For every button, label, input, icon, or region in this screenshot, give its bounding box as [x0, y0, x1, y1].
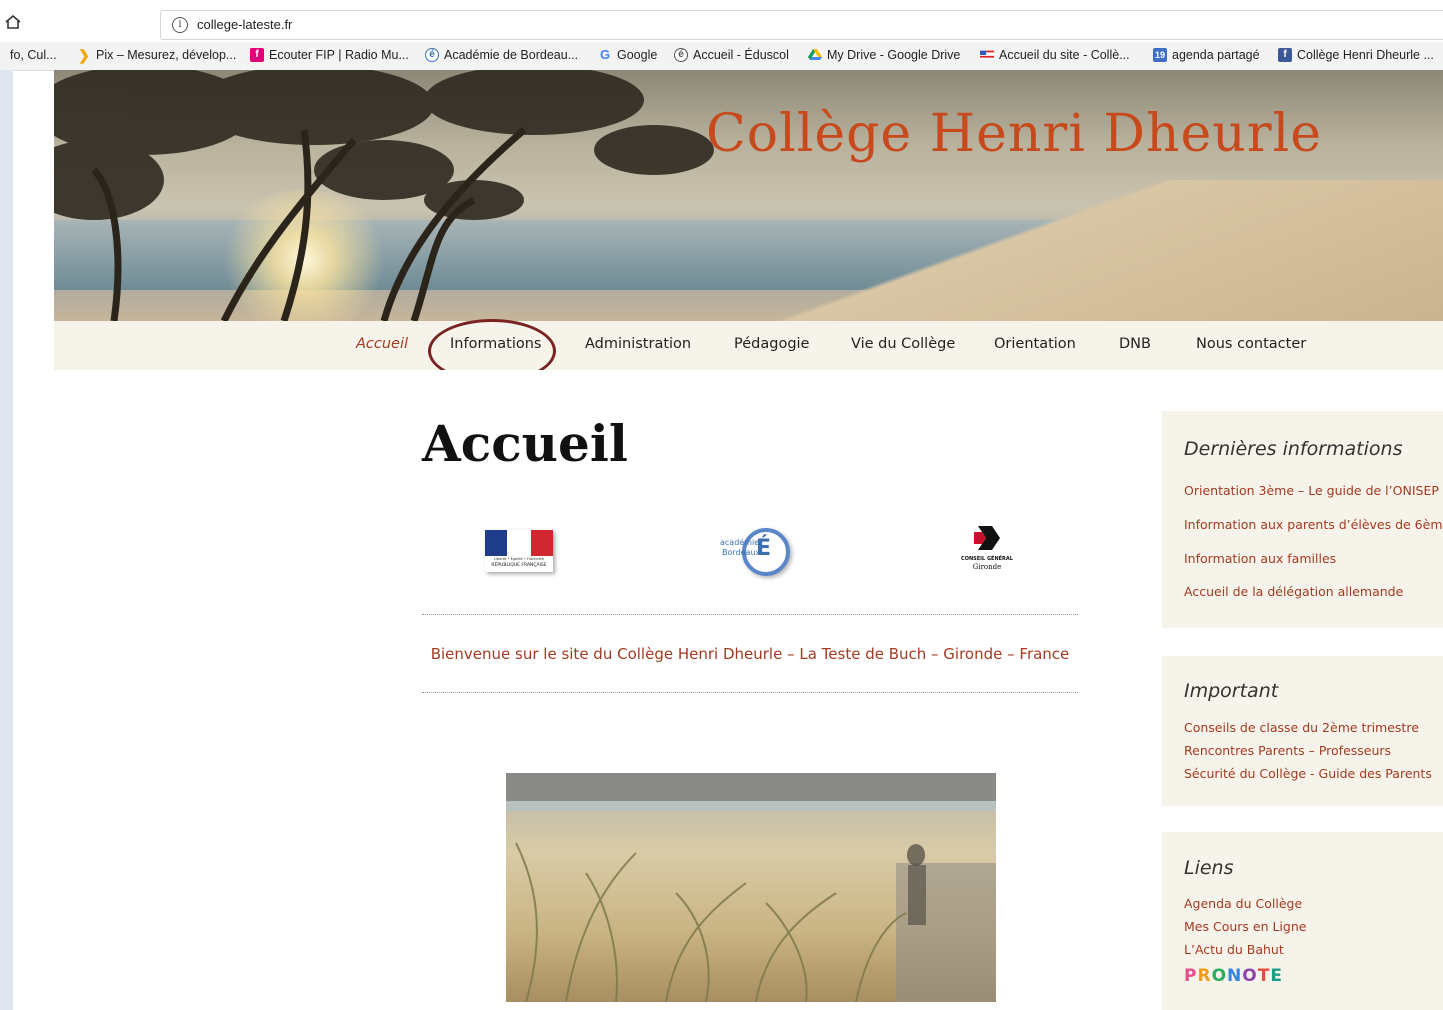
pronote-letter: E — [1270, 966, 1283, 986]
nav-accueil[interactable]: Accueil — [356, 336, 408, 352]
bookmarks-bar: fo, Cul... ❯ Pix – Mesurez, dévelop... f… — [0, 42, 1443, 71]
pronote-letter: N — [1227, 966, 1243, 986]
pronote-letter: P — [1184, 966, 1198, 986]
widget-liens: Liens Agenda du Collège Mes Cours en Lig… — [1162, 832, 1443, 1010]
republique-francaise-logo[interactable]: Liberté • Égalité • Fraternité RÉPUBLIQU… — [485, 530, 553, 572]
bookmark-google[interactable]: G Google — [598, 47, 657, 63]
divider-bottom — [422, 692, 1078, 693]
widget-important: Important Conseils de classe du 2ème tri… — [1162, 656, 1443, 806]
pix-icon: ❯ — [78, 47, 90, 63]
bookmark-agenda[interactable]: 19 agenda partagé — [1153, 48, 1260, 62]
pronote-letter: O — [1242, 966, 1258, 986]
flag-icon — [980, 50, 994, 60]
conseil-general-gironde-logo[interactable]: CONSEIL GÉNÉRAL Gironde — [954, 524, 1020, 576]
welcome-message: Bienvenue sur le site du Collège Henri D… — [430, 645, 1070, 663]
academie-line1: académie — [720, 538, 760, 547]
nav-vie-du-college[interactable]: Vie du Collège — [851, 336, 955, 352]
home-icon[interactable] — [4, 14, 22, 30]
pronote-logo[interactable]: PRONOTE — [1184, 966, 1283, 986]
widget-latest-info: Dernières informations Orientation 3ème … — [1162, 411, 1443, 628]
facebook-icon: f — [1278, 48, 1292, 62]
google-drive-icon — [808, 49, 822, 60]
widget-latest-title: Dernières informations — [1184, 438, 1403, 460]
info-icon[interactable]: i — [172, 17, 188, 33]
academie-icon: é — [425, 48, 439, 62]
pronote-letter: R — [1197, 966, 1212, 986]
nav-pedagogie[interactable]: Pédagogie — [734, 336, 809, 352]
fip-icon: f — [250, 48, 264, 62]
widget-important-title: Important — [1184, 680, 1279, 702]
bookmark-drive[interactable]: My Drive - Google Drive — [808, 48, 960, 62]
site-banner[interactable]: Collège Henri Dheurle — [54, 70, 1443, 321]
dune-grass-photo — [506, 773, 996, 1002]
left-edge — [0, 70, 13, 1010]
site-title[interactable]: Collège Henri Dheurle — [706, 104, 1322, 164]
cg-line1: CONSEIL GÉNÉRAL — [961, 556, 1013, 562]
rf-caption: RÉPUBLIQUE FRANÇAISE — [491, 563, 547, 568]
important-link-securite[interactable]: Sécurité du Collège - Guide des Parents — [1184, 766, 1432, 781]
latest-link-parents-6eme[interactable]: Information aux parents d’élèves de 6ème — [1184, 517, 1443, 532]
main-navigation: Accueil Informations Administration Péda… — [54, 321, 1443, 370]
bookmark-item[interactable]: fo, Cul... — [10, 48, 57, 62]
link-agenda[interactable]: Agenda du Collège — [1184, 896, 1302, 911]
browser-toolbar: i college-lateste.fr — [0, 0, 1443, 42]
nav-nous-contacter[interactable]: Nous contacter — [1196, 336, 1306, 352]
nav-orientation[interactable]: Orientation — [994, 336, 1076, 352]
bookmark-accueil-site[interactable]: Accueil du site - Collè... — [980, 48, 1130, 62]
flag-blue — [485, 530, 507, 556]
address-bar[interactable]: i college-lateste.fr — [160, 10, 1443, 40]
latest-link-onisep[interactable]: Orientation 3ème – Le guide de l’ONISEP — [1184, 483, 1439, 498]
pronote-letter: T — [1257, 966, 1271, 986]
bookmark-pix[interactable]: ❯ Pix – Mesurez, dévelop... — [77, 48, 236, 62]
page-title: Accueil — [422, 414, 628, 473]
link-mes-cours[interactable]: Mes Cours en Ligne — [1184, 919, 1306, 934]
grass-illustration — [506, 773, 996, 1002]
widget-liens-title: Liens — [1184, 857, 1234, 879]
latest-link-delegation[interactable]: Accueil de la délégation allemande — [1184, 584, 1403, 599]
flag-red — [531, 530, 553, 556]
eduscol-icon: é — [674, 48, 688, 62]
bookmark-eduscol[interactable]: é Accueil - Éduscol — [674, 48, 789, 62]
divider-top — [422, 614, 1078, 615]
nav-administration[interactable]: Administration — [585, 336, 691, 352]
nav-dnb[interactable]: DNB — [1119, 336, 1151, 352]
important-link-conseils[interactable]: Conseils de classe du 2ème trimestre — [1184, 720, 1419, 735]
bookmark-fip[interactable]: f Ecouter FIP | Radio Mu... — [250, 48, 409, 62]
academie-line2: Bordeaux — [722, 548, 761, 557]
bookmark-academie[interactable]: é Académie de Bordeau... — [425, 48, 578, 62]
bookmark-facebook[interactable]: f Collège Henri Dheurle ... — [1278, 48, 1434, 62]
calendar-icon: 19 — [1153, 48, 1167, 62]
gironde-emblem-icon — [974, 526, 1000, 550]
academie-bordeaux-logo[interactable]: É académie Bordeaux — [720, 524, 790, 578]
latest-link-familles[interactable]: Information aux familles — [1184, 551, 1336, 566]
url-text: college-lateste.fr — [197, 17, 293, 32]
rf-motto: Liberté • Égalité • Fraternité — [494, 557, 544, 561]
cg-line2: Gironde — [972, 563, 1002, 571]
pronote-letter: O — [1211, 966, 1228, 986]
important-link-rencontres[interactable]: Rencontres Parents – Professeurs — [1184, 743, 1391, 758]
google-icon: G — [599, 47, 611, 62]
link-actu-bahut[interactable]: L’Actu du Bahut — [1184, 942, 1284, 957]
